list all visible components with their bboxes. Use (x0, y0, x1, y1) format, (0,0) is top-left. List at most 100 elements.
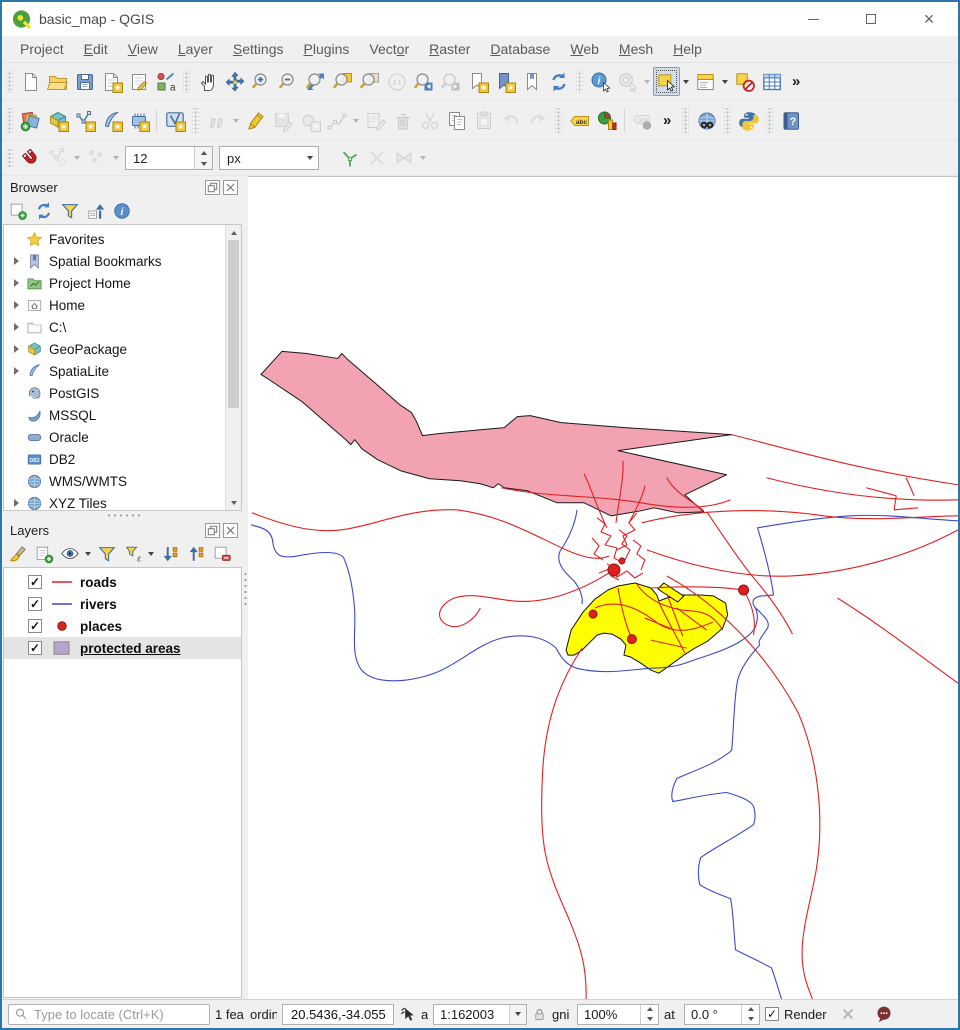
layer-labeling-button[interactable]: abc (566, 106, 593, 135)
messages-icon[interactable] (875, 1005, 893, 1023)
render-checkbox[interactable]: ✓ (765, 1007, 779, 1021)
new-bookmark-button[interactable] (464, 67, 491, 96)
layer-row-rivers[interactable]: ✓rivers (4, 593, 241, 615)
copy-features-button[interactable] (443, 106, 470, 135)
style-manager-button[interactable]: a (152, 67, 179, 96)
browser-item-db2[interactable]: DB2DB2 (4, 448, 226, 470)
new-temporary-layer-button[interactable] (161, 106, 188, 135)
browser-browser-properties-button[interactable]: i (109, 199, 134, 223)
browser-item-geopackage[interactable]: GeoPackage (4, 338, 226, 360)
identify-features-button[interactable]: i (587, 67, 614, 96)
browser-filter-browser-button[interactable] (57, 199, 82, 223)
python-console-button[interactable] (735, 106, 762, 135)
layout-manager-button[interactable] (125, 67, 152, 96)
layer-row-protected-areas[interactable]: ✓protected areas (4, 637, 241, 659)
browser-add-selected-layers-button[interactable] (5, 199, 30, 223)
layers-open-layer-styling-button[interactable] (5, 542, 30, 566)
expander-icon[interactable] (9, 279, 24, 287)
menu-mesh[interactable]: Mesh (609, 38, 663, 60)
layer-checkbox[interactable]: ✓ (28, 575, 42, 589)
scroll-down-icon[interactable] (226, 495, 241, 510)
menu-settings[interactable]: Settings (223, 38, 294, 60)
layers-filter-by-expression-button[interactable]: ε (120, 542, 145, 566)
zoom-out-button[interactable] (275, 67, 302, 96)
open-project-button[interactable] (44, 67, 71, 96)
new-spatialite-layer-button[interactable] (98, 106, 125, 135)
layer-checkbox[interactable]: ✓ (28, 619, 42, 633)
layer-checkbox[interactable]: ✓ (28, 597, 42, 611)
select-by-value-dropdown[interactable] (719, 67, 731, 96)
enable-tracing-button[interactable] (336, 144, 363, 173)
layers-remove-layer-button[interactable] (209, 542, 234, 566)
refresh-button[interactable] (545, 67, 572, 96)
help-contents-button[interactable]: ? (777, 106, 804, 135)
browser-item-postgis[interactable]: PostGIS (4, 382, 226, 404)
expander-icon[interactable] (9, 367, 24, 375)
layer-diagram-button[interactable] (593, 106, 620, 135)
layers-filter-legend-button[interactable] (94, 542, 119, 566)
browser-item-wms-wmts[interactable]: WMS/WMTS (4, 470, 226, 492)
pan-to-selection-button[interactable] (221, 67, 248, 96)
zoom-to-layer-button[interactable] (356, 67, 383, 96)
browser-item-oracle[interactable]: Oracle (4, 426, 226, 448)
menu-plugins[interactable]: Plugins (293, 38, 359, 60)
pan-map-button[interactable] (194, 67, 221, 96)
scale-dropdown-icon[interactable] (509, 1005, 526, 1024)
browser-item-favorites[interactable]: Favorites (4, 228, 226, 250)
magnifier-spinbox[interactable]: 100% (577, 1004, 659, 1025)
browser-collapse-all-browser-button[interactable] (83, 199, 108, 223)
lock-scale-icon[interactable] (532, 1007, 547, 1022)
render-toggle[interactable]: ✓ Render (765, 1007, 827, 1022)
map-canvas[interactable] (248, 176, 958, 999)
menu-project[interactable]: Project (10, 38, 74, 60)
browser-item-c[interactable]: C:\ (4, 316, 226, 338)
toolbar-overflow-icon[interactable]: » (785, 73, 807, 90)
select-by-value-button[interactable] (692, 67, 719, 96)
layer-checkbox[interactable]: ✓ (28, 641, 42, 655)
select-features-dropdown[interactable] (680, 67, 692, 96)
browser-item-project-home[interactable]: Project Home (4, 272, 226, 294)
locator-input[interactable] (32, 1006, 204, 1023)
expander-icon[interactable] (9, 257, 24, 265)
rotation-spinbox[interactable]: 0.0 ° (684, 1004, 760, 1025)
new-shapefile-layer-button[interactable] (71, 106, 98, 135)
expander-icon[interactable] (9, 345, 24, 353)
toggle-editing-button[interactable] (242, 106, 269, 135)
metasearch-button[interactable] (693, 106, 720, 135)
close-button[interactable]: × (900, 2, 958, 36)
zoom-in-button[interactable] (248, 67, 275, 96)
expander-icon[interactable] (9, 301, 24, 309)
layer-row-roads[interactable]: ✓roads (4, 571, 241, 593)
menu-web[interactable]: Web (560, 38, 609, 60)
zoom-to-selection-button[interactable] (329, 67, 356, 96)
browser-item-spatialite[interactable]: SpatiaLite (4, 360, 226, 382)
menu-layer[interactable]: Layer (168, 38, 223, 60)
menu-edit[interactable]: Edit (74, 38, 118, 60)
menu-help[interactable]: Help (663, 38, 712, 60)
select-features-button[interactable] (653, 67, 680, 96)
zoom-full-button[interactable] (302, 67, 329, 96)
menu-vector[interactable]: Vector (359, 38, 419, 60)
expander-icon[interactable] (9, 323, 24, 331)
minimize-button[interactable] (784, 2, 842, 36)
new-layout-button[interactable] (98, 67, 125, 96)
browser-scrollbar[interactable] (225, 225, 241, 510)
layers-close-button[interactable] (223, 523, 238, 538)
layers-collapse-all-button[interactable] (183, 542, 208, 566)
layers-add-group-button[interactable] (31, 542, 56, 566)
snapping-tolerance-spinbox[interactable]: 12 (125, 146, 213, 170)
layers-float-button[interactable] (205, 523, 220, 538)
snapping-units-combo[interactable]: px (219, 146, 319, 170)
layer-row-places[interactable]: ✓places (4, 615, 241, 637)
panel-splitter[interactable] (2, 512, 243, 519)
new-geopackage-layer-button[interactable] (44, 106, 71, 135)
browser-close-button[interactable] (223, 180, 238, 195)
show-bookmarks-button[interactable] (491, 67, 518, 96)
deselect-features-button[interactable] (731, 67, 758, 96)
layers-manage-map-themes-dropdown[interactable] (83, 542, 93, 566)
bookmark-manager-button[interactable] (518, 67, 545, 96)
scale-combo[interactable]: 1:162003 (433, 1004, 527, 1025)
menu-view[interactable]: View (118, 38, 168, 60)
maximize-button[interactable] (842, 2, 900, 36)
browser-refresh-browser-button[interactable] (31, 199, 56, 223)
